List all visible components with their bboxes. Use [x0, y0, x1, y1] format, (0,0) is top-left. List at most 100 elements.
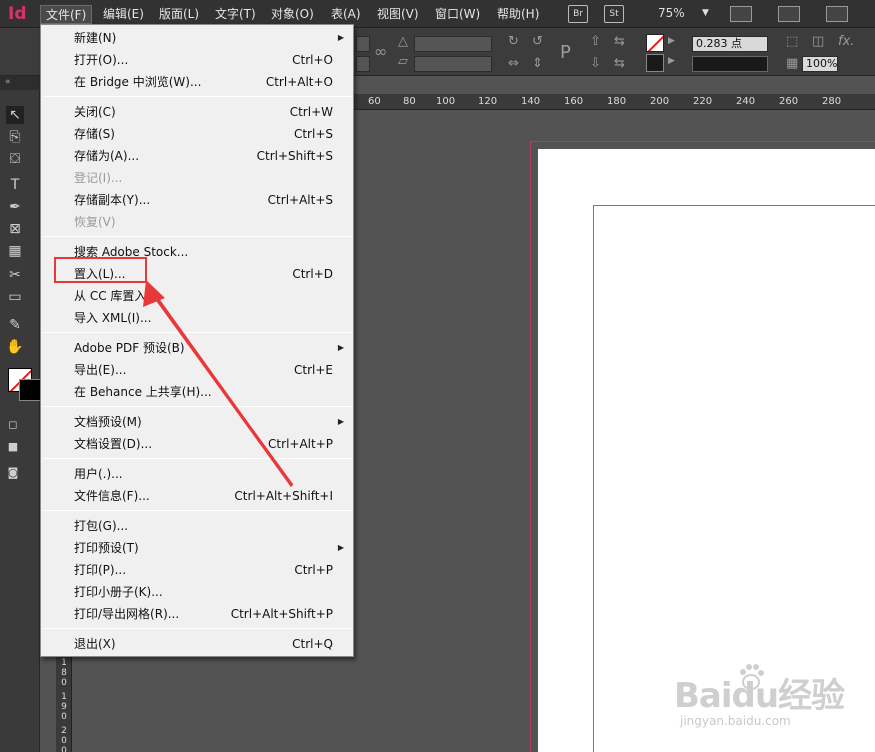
- menu-item-label: 存储(S): [74, 127, 115, 141]
- file-menu-item[interactable]: 打开(O)... Ctrl+O: [41, 49, 353, 71]
- menu-item-shortcut: Ctrl+W: [289, 105, 333, 119]
- file-menu-item[interactable]: 打印小册子(K)...: [41, 581, 353, 603]
- file-menu-item[interactable]: Adobe PDF 预设(B) ▶: [41, 337, 353, 359]
- file-menu-item[interactable]: 打印/导出网格(R)... Ctrl+Alt+Shift+P: [41, 603, 353, 625]
- view-options-icon[interactable]: [730, 6, 752, 22]
- frame-icon[interactable]: ⬚: [786, 34, 798, 49]
- pen-tool-icon[interactable]: ✒: [6, 198, 24, 216]
- file-menu-item[interactable]: 打印(P)... Ctrl+P: [41, 559, 353, 581]
- file-menu-item[interactable]: 用户(.)...: [41, 463, 353, 485]
- rotate-cw-icon[interactable]: ↻: [508, 34, 519, 49]
- rotate-icon[interactable]: △: [398, 34, 408, 49]
- rectangle-frame-icon[interactable]: ⊠: [6, 220, 24, 238]
- view-mode-icon[interactable]: ◙: [4, 464, 22, 482]
- bridge-button[interactable]: Br: [568, 5, 588, 23]
- control-field[interactable]: [356, 36, 370, 52]
- menu-item-label: 退出(X): [74, 637, 116, 651]
- file-menu-item[interactable]: 新建(N) ▶: [41, 27, 353, 49]
- apply-color-icon[interactable]: ■: [4, 438, 22, 456]
- file-menu-item[interactable]: 文档设置(D)... Ctrl+Alt+P: [41, 433, 353, 455]
- shear-icon[interactable]: ▱: [398, 54, 408, 69]
- file-menu-item[interactable]: 存储为(A)... Ctrl+Shift+S: [41, 145, 353, 167]
- menu-object[interactable]: 对象(O): [266, 5, 319, 24]
- file-menu-item[interactable]: 关闭(C) Ctrl+W: [41, 101, 353, 123]
- formatting-container-icon[interactable]: ◻: [4, 416, 22, 434]
- fill-swatch[interactable]: [646, 34, 664, 52]
- file-menu-item[interactable]: 退出(X) Ctrl+Q: [41, 633, 353, 655]
- menu-item-label: 恢复(V): [74, 215, 116, 229]
- file-menu-item[interactable]: 存储副本(Y)... Ctrl+Alt+S: [41, 189, 353, 211]
- stock-button[interactable]: St: [604, 5, 624, 23]
- flip-v-icon[interactable]: ⇕: [532, 56, 543, 71]
- file-menu-item[interactable]: 导入 XML(I)...: [41, 307, 353, 329]
- rotate-ccw-icon[interactable]: ↺: [532, 34, 543, 49]
- arrange-documents-icon[interactable]: [826, 6, 848, 22]
- menu-edit[interactable]: 编辑(E): [98, 5, 149, 24]
- file-menu-item[interactable]: 导出(E)... Ctrl+E: [41, 359, 353, 381]
- ruler-label: 0: [61, 736, 67, 746]
- hand-tool-icon[interactable]: ✋: [6, 338, 24, 356]
- submenu-arrow-icon: ▶: [337, 33, 344, 42]
- menu-view[interactable]: 视图(V): [372, 5, 424, 24]
- select-content-icon[interactable]: ⇩: [590, 56, 601, 71]
- stroke-weight-field[interactable]: 0.283 点: [692, 36, 768, 52]
- shear-field[interactable]: [414, 56, 492, 72]
- file-menu-item[interactable]: 在 Bridge 中浏览(W)... Ctrl+Alt+O: [41, 71, 353, 93]
- file-menu-item[interactable]: 存储(S) Ctrl+S: [41, 123, 353, 145]
- table-tool-icon[interactable]: ▦: [6, 242, 24, 260]
- content-collector-icon[interactable]: ⛋: [6, 150, 24, 168]
- zoom-chevron-down-icon[interactable]: ▼: [702, 8, 709, 18]
- baidu-logo-text: Baidu经验: [674, 676, 845, 716]
- zoom-level[interactable]: 75%: [658, 6, 685, 20]
- menu-item-label: 打印(P)...: [74, 563, 127, 577]
- menu-layout[interactable]: 版面(L): [154, 5, 204, 24]
- select-container-icon[interactable]: ⇧: [590, 34, 601, 49]
- ruler-label: 180: [607, 96, 627, 107]
- menu-window[interactable]: 窗口(W): [430, 5, 485, 24]
- page-tool-icon[interactable]: ⎘: [6, 128, 24, 146]
- menu-item-label: 导出(E)...: [74, 363, 127, 377]
- select-next-icon[interactable]: ⇆: [614, 56, 625, 71]
- baidu-url: jingyan.baidu.com: [680, 714, 791, 728]
- constrain-link-icon[interactable]: ∞: [374, 42, 387, 61]
- effects-icon[interactable]: fx.: [838, 34, 854, 49]
- menu-item-label: 打包(G)...: [74, 519, 129, 533]
- file-menu-item[interactable]: 打包(G)...: [41, 515, 353, 537]
- gradient-tool-icon[interactable]: ▭: [6, 288, 24, 306]
- stroke-swatch[interactable]: [646, 54, 664, 72]
- file-menu-item[interactable]: 在 Behance 上共享(H)...: [41, 381, 353, 403]
- submenu-arrow-icon: ▶: [337, 343, 344, 352]
- stroke-color-swatch[interactable]: [19, 379, 41, 401]
- menu-table[interactable]: 表(A): [326, 5, 366, 24]
- rotation-field[interactable]: [414, 36, 492, 52]
- tools-panel: ↖ ⎘ ⛋ T ✒ ⊠ ▦ ✂ ▭ ✎ ✋ ◻ ■ ◙: [0, 90, 41, 752]
- baidu-watermark: Baidu经验 jingyan.baidu.com: [670, 660, 870, 740]
- select-prev-icon[interactable]: ⇆: [614, 34, 625, 49]
- opacity-field[interactable]: 100%: [802, 56, 838, 72]
- selection-tool-icon[interactable]: ↖: [6, 106, 24, 124]
- submenu-arrow-icon: ▶: [337, 543, 344, 552]
- control-field[interactable]: [356, 56, 370, 72]
- stroke-type-field[interactable]: [692, 56, 768, 72]
- file-menu-item: 恢复(V): [41, 211, 353, 233]
- fill-arrow-icon[interactable]: ▶: [668, 36, 675, 46]
- file-menu-item[interactable]: 文件信息(F)... Ctrl+Alt+Shift+I: [41, 485, 353, 507]
- file-menu-item[interactable]: 文档预设(M) ▶: [41, 411, 353, 433]
- scissors-tool-icon[interactable]: ✂: [6, 266, 24, 284]
- menu-help[interactable]: 帮助(H): [492, 5, 544, 24]
- stroke-arrow-icon[interactable]: ▶: [668, 56, 675, 66]
- menu-type[interactable]: 文字(T): [210, 5, 261, 24]
- file-menu-item[interactable]: 打印预设(T) ▶: [41, 537, 353, 559]
- menu-separator: [43, 510, 353, 511]
- indesign-logo: Id: [8, 4, 27, 24]
- ruler-label: 140: [521, 96, 541, 107]
- shadow-icon[interactable]: ◫: [812, 34, 824, 49]
- note-tool-icon[interactable]: ✎: [6, 316, 24, 334]
- menu-separator: [43, 96, 353, 97]
- screen-mode-icon[interactable]: [778, 6, 800, 22]
- flip-h-icon[interactable]: ⇔: [508, 56, 519, 71]
- type-tool-icon[interactable]: T: [6, 176, 24, 194]
- opacity-icon: ▦: [786, 56, 799, 71]
- menu-file[interactable]: 文件(F): [40, 5, 93, 24]
- file-menu-item[interactable]: 从 CC 库置入...: [41, 285, 353, 307]
